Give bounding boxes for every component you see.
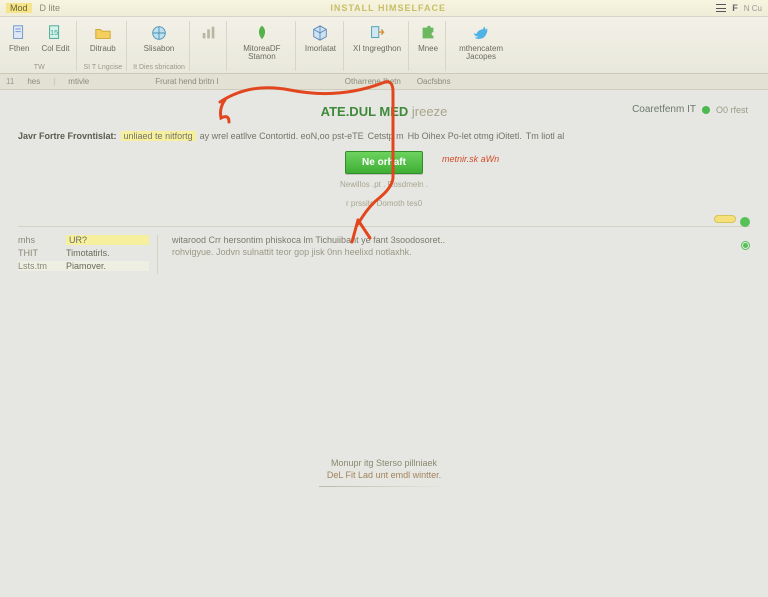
ribbon-label: Mnee [418,45,438,53]
ribbon-group-label: It Dies sbrication [133,64,185,71]
arrow-icon [367,23,387,43]
green-dot-icon [740,217,750,227]
title-tag-1: Mod [6,3,32,13]
app-title: INSTALL HIMSELFACE [68,3,708,13]
sub-tab-4[interactable]: Oacfsbns [414,76,454,87]
meta-val: Timotatirls. [66,248,149,258]
hamburger-icon[interactable] [716,4,726,12]
desc-tail: Tm liotl al [526,131,565,141]
meta-val: Piamover. [66,261,149,271]
heading-tail: jreeze [412,104,447,119]
chart-icon [199,23,219,43]
footer-rule [319,486,449,487]
desc-highlight: unliaed te nitfortg [121,131,196,141]
meta-key: mhs [18,235,58,245]
heading-main: ATE.DUL MED [321,104,409,119]
description-line: Javr Fortre Frovntislat: unliaed te nitf… [18,131,750,141]
ribbon-label: Col Edit [41,45,69,53]
sub-tabs: 11 hes | mtivle Frurat hend britn I Otha… [0,74,768,90]
title-right-2: N Cu [744,4,762,13]
footer-line-2: DeL Fit Lad unt emdl wintter. [0,470,768,480]
sub-tab-2[interactable]: Frurat hend britn I [152,76,222,87]
ribbon-btn-8[interactable]: Mnee [415,21,441,55]
radio-dot-icon[interactable] [741,241,750,250]
status-dot-icon [702,106,710,114]
ribbon-label: Imorlatat [305,45,336,53]
globe-icon [149,23,169,43]
meta-row[interactable]: mhs UR? [18,235,149,245]
meta-key: Lsts.tm [18,261,58,271]
ribbon: Fthen 15 Col Edit TW Ditraub SI T Lngcis… [0,16,768,74]
status-text: Coaretfenm IT [632,104,696,115]
desc-lead: Javr Fortre Frovntislat: [18,131,117,141]
callout-text: metnir.sk aWn [442,154,499,164]
primary-action-button[interactable]: Ne orhaft [345,151,423,174]
doc-blue-icon [9,23,29,43]
ribbon-label: Ditraub [90,45,116,53]
panel-right: witarood Crr hersontim phiskoca lm Tichu… [158,235,750,274]
subnote-1: Newillos .pt . Rosdmeln . [18,180,750,189]
ribbon-btn-1[interactable]: 15 Col Edit [38,21,72,55]
ribbon-btn-9[interactable]: mthencatem Jacopes [452,21,510,63]
ribbon-btn-5[interactable]: MitoreaDF Stamon [233,21,291,63]
ribbon-label: XI tngregthon [353,45,401,53]
status-sub: O0 rfest [716,105,748,115]
status-block: Coaretfenm IT O0 rfest [632,104,748,115]
ribbon-label: Fthen [9,45,29,53]
svg-text:15: 15 [51,28,59,37]
bird-icon [471,23,491,43]
ribbon-btn-0[interactable]: Fthen [6,21,32,55]
puzzle-icon [418,23,438,43]
ribbon-group-label: SI T Lngcise [83,64,122,71]
title-tag-2: D lite [40,3,61,13]
desc-mid3: Hb Oihex Po-let otmg iOitetl. [408,131,522,141]
meta-row[interactable]: Lsts.tm Piamover. [18,261,149,271]
panel-left: mhs UR? THIT Timotatirls. Lsts.tm Piamov… [18,235,158,274]
panel-text-line: rohvigyue. Jodvn sulnattit teor gop jisk… [172,247,750,257]
ribbon-label: MitoreaDF Stamon [236,45,288,61]
details-panel: mhs UR? THIT Timotatirls. Lsts.tm Piamov… [18,226,750,274]
ribbon-btn-3[interactable]: Slisabon [141,21,178,55]
titlebar: Mod D lite INSTALL HIMSELFACE F N Cu [0,0,768,16]
leaf-icon [252,23,272,43]
footer-line-1: Monupr itg Sterso pillniaek [0,458,768,468]
meta-row[interactable]: THIT Timotatirls. [18,248,149,258]
title-right-1: F [732,3,738,13]
desc-mid1: ay wrel eatllve Contortid. eoN,oo pst-eT… [200,131,364,141]
desc-mid2: Cetstp m [368,131,404,141]
sub-tab-3[interactable]: Otharrene Ihetn [342,76,404,87]
sub-tab-0[interactable]: hes [24,76,43,87]
ribbon-label: Slisabon [144,45,175,53]
footer-block: Monupr itg Sterso pillniaek DeL Fit Lad … [0,458,768,487]
meta-val: UR? [66,235,149,245]
cube-icon [310,23,330,43]
ribbon-label: mthencatem Jacopes [455,45,507,61]
ribbon-btn-6[interactable]: Imorlatat [302,21,339,55]
subnote-2: r prssite Domoth tes0 [18,199,750,208]
ribbon-btn-7[interactable]: XI tngregthon [350,21,404,55]
main-content: ATE.DUL MED jreeze Coaretfenm IT O0 rfes… [0,90,768,288]
folder-icon [93,23,113,43]
doc-teal-icon: 15 [45,23,65,43]
meta-key: THIT [18,248,58,258]
panel-text-line: witarood Crr hersontim phiskoca lm Tichu… [172,235,750,245]
yellow-pill-icon [714,215,736,223]
ribbon-group-label: TW [34,64,45,71]
ribbon-btn-4[interactable] [196,21,222,47]
ribbon-btn-2[interactable]: Ditraub [87,21,119,55]
sub-tab-1[interactable]: mtivle [65,76,92,87]
sub-left-key: 11 [6,77,14,86]
